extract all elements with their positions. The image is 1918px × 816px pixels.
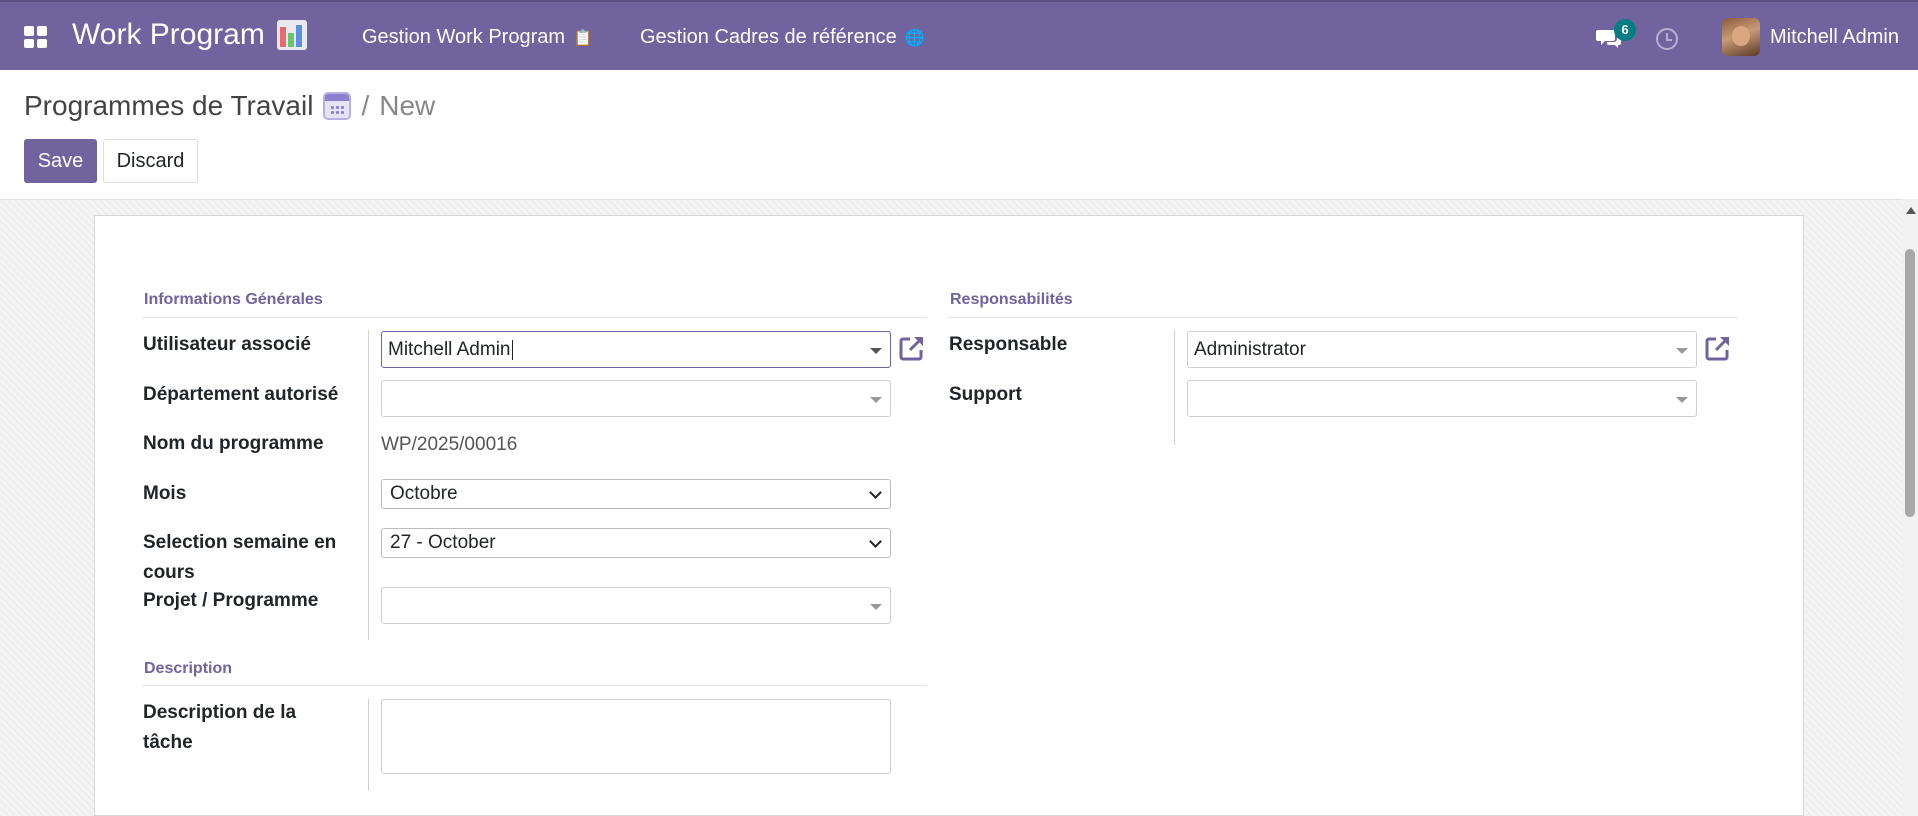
field-label-task-description-line1: Description de la: [143, 702, 297, 723]
scrollbar[interactable]: [1902, 199, 1918, 816]
task-description-textarea[interactable]: [381, 699, 891, 774]
field-label-program-name: Nom du programme: [143, 433, 324, 454]
support-field[interactable]: [1187, 380, 1697, 417]
section-title-general: Informations Générales: [144, 291, 323, 308]
external-link-icon[interactable]: [898, 334, 926, 362]
menu-label: Gestion Work Program: [362, 26, 566, 48]
week-select-value: 27 - October: [390, 532, 496, 553]
label-divider: [368, 699, 369, 791]
section-divider: [142, 317, 927, 318]
chevron-down-icon: [869, 535, 882, 548]
breadcrumb-current: New: [379, 90, 436, 121]
field-label-responsible: Responsable: [949, 334, 1068, 355]
app-title: Work Program: [72, 18, 265, 51]
avatar[interactable]: [1722, 18, 1760, 56]
user-field[interactable]: Mitchell Admin: [381, 331, 891, 368]
chevron-down-icon[interactable]: [870, 397, 882, 403]
calendar-icon: [323, 92, 352, 120]
chevron-down-icon[interactable]: [1676, 348, 1688, 354]
breadcrumb-separator: /: [361, 90, 370, 121]
text-cursor: [511, 339, 513, 360]
week-select[interactable]: 27 - October: [381, 528, 891, 558]
responsible-field-value: Administrator: [1194, 338, 1306, 360]
program-name-value: WP/2025/00016: [381, 434, 518, 455]
department-field[interactable]: [381, 380, 891, 417]
user-name[interactable]: Mitchell Admin: [1770, 26, 1899, 49]
field-label-week-line1: Selection semaine en: [143, 532, 337, 553]
month-select[interactable]: Octobre: [381, 479, 891, 509]
field-label-task-description-line2: tâche: [143, 732, 193, 753]
menu-gestion-cadres-reference[interactable]: Gestion Cadres de référence 🌐: [640, 26, 925, 49]
field-label-user: Utilisateur associé: [143, 334, 311, 355]
responsible-field[interactable]: Administrator: [1187, 331, 1697, 368]
app-logo-icon: [276, 20, 307, 50]
clipboard-icon: 📋: [573, 29, 593, 47]
section-title-description: Description: [144, 660, 233, 677]
top-navbar: Work Program Gestion Work Program 📋 Gest…: [0, 0, 1918, 70]
chevron-down-icon[interactable]: [870, 604, 882, 610]
clock-icon[interactable]: [1656, 28, 1678, 50]
month-select-value: Octobre: [390, 483, 458, 504]
section-divider: [948, 317, 1738, 318]
chevron-down-icon[interactable]: [870, 348, 882, 354]
apps-menu-icon[interactable]: [24, 26, 48, 48]
section-divider: [142, 685, 927, 686]
user-field-value: Mitchell Admin: [388, 338, 511, 360]
save-button[interactable]: Save: [24, 139, 97, 183]
section-title-responsibilities: Responsabilités: [950, 291, 1073, 308]
messages-badge: 6: [1614, 19, 1636, 41]
scrollbar-thumb[interactable]: [1905, 249, 1915, 517]
label-divider: [368, 330, 369, 640]
breadcrumb: Programmes de Travail / New: [24, 90, 435, 122]
field-label-project: Projet / Programme: [143, 590, 319, 611]
field-label-week-line2: cours: [143, 562, 195, 583]
discard-button[interactable]: Discard: [103, 139, 198, 183]
field-label-department: Département autorisé: [143, 384, 339, 405]
form-sheet: Informations Générales Utilisateur assoc…: [94, 215, 1804, 816]
globe-icon: 🌐: [904, 29, 925, 47]
external-link-icon[interactable]: [1704, 334, 1732, 362]
menu-label: Gestion Cadres de référence: [640, 26, 897, 48]
scroll-up-arrow-icon[interactable]: [1906, 207, 1916, 214]
label-divider: [1174, 330, 1175, 445]
app-brand[interactable]: Work Program: [72, 18, 307, 52]
chevron-down-icon[interactable]: [1676, 397, 1688, 403]
field-label-support: Support: [949, 384, 1022, 405]
field-label-month: Mois: [143, 483, 187, 504]
breadcrumb-parent[interactable]: Programmes de Travail: [24, 90, 313, 122]
chevron-down-icon: [869, 486, 882, 499]
project-field[interactable]: [381, 587, 891, 624]
menu-gestion-work-program[interactable]: Gestion Work Program 📋: [362, 26, 593, 49]
